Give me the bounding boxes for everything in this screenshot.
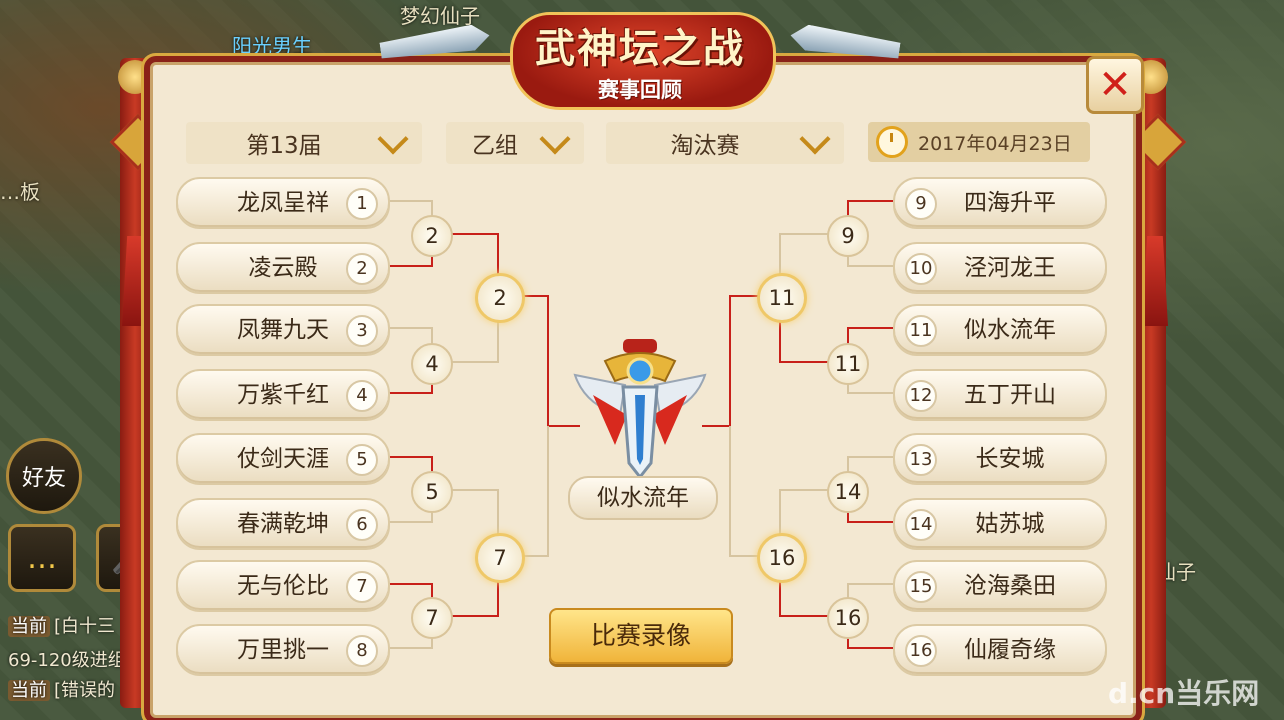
seed-badge: 6 — [346, 509, 378, 541]
seed-badge: 9 — [905, 188, 937, 220]
seed-badge: 10 — [905, 253, 937, 285]
seed-badge: 11 — [905, 315, 937, 347]
team-slot[interactable]: 凤舞九天 3 — [176, 304, 390, 356]
team-slot[interactable]: 万里挑一 8 — [176, 624, 390, 676]
bracket-node-semifinal[interactable]: 16 — [757, 533, 807, 583]
team-slot[interactable]: 9 四海升平 — [893, 177, 1107, 229]
seed-badge: 2 — [346, 253, 378, 285]
team-slot[interactable]: 无与伦比 7 — [176, 560, 390, 612]
team-slot[interactable]: 龙凤呈祥 1 — [176, 177, 390, 229]
team-slot[interactable]: 10 泾河龙王 — [893, 242, 1107, 294]
bracket-node[interactable]: 11 — [827, 343, 869, 385]
team-slot[interactable]: 15 沧海桑田 — [893, 560, 1107, 612]
seed-badge: 3 — [346, 315, 378, 347]
seed-badge: 16 — [905, 635, 937, 667]
seed-badge: 1 — [346, 188, 378, 220]
seed-badge: 14 — [905, 509, 937, 541]
team-slot[interactable]: 13 长安城 — [893, 433, 1107, 485]
bracket-node[interactable]: 14 — [827, 471, 869, 513]
seed-badge: 15 — [905, 571, 937, 603]
bracket-node-semifinal[interactable]: 11 — [757, 273, 807, 323]
watermark: d.cn当乐网 — [1108, 677, 1260, 710]
champion-label: 似水流年 — [568, 476, 718, 520]
bracket-node[interactable]: 4 — [411, 343, 453, 385]
seed-badge: 12 — [905, 380, 937, 412]
bracket-node[interactable]: 5 — [411, 471, 453, 513]
team-slot[interactable]: 万紫千红 4 — [176, 369, 390, 421]
bracket-node-semifinal[interactable]: 7 — [475, 533, 525, 583]
bracket-node[interactable]: 2 — [411, 215, 453, 257]
team-slot[interactable]: 仗剑天涯 5 — [176, 433, 390, 485]
seed-badge: 8 — [346, 635, 378, 667]
seed-badge: 4 — [346, 380, 378, 412]
seed-badge: 7 — [346, 571, 378, 603]
bracket-node[interactable]: 7 — [411, 597, 453, 639]
seed-badge: 5 — [346, 444, 378, 476]
team-slot[interactable]: 凌云殿 2 — [176, 242, 390, 294]
bracket-node[interactable]: 9 — [827, 215, 869, 257]
team-slot[interactable]: 12 五丁开山 — [893, 369, 1107, 421]
match-replay-button[interactable]: 比赛录像 — [549, 608, 733, 664]
bracket-node[interactable]: 16 — [827, 597, 869, 639]
team-slot[interactable]: 16 仙履奇缘 — [893, 624, 1107, 676]
trophy-emblem-icon — [573, 339, 707, 480]
team-slot[interactable]: 14 姑苏城 — [893, 498, 1107, 550]
team-slot[interactable]: 春满乾坤 6 — [176, 498, 390, 550]
bracket-node-semifinal[interactable]: 2 — [475, 273, 525, 323]
team-slot[interactable]: 11 似水流年 — [893, 304, 1107, 356]
seed-badge: 13 — [905, 444, 937, 476]
